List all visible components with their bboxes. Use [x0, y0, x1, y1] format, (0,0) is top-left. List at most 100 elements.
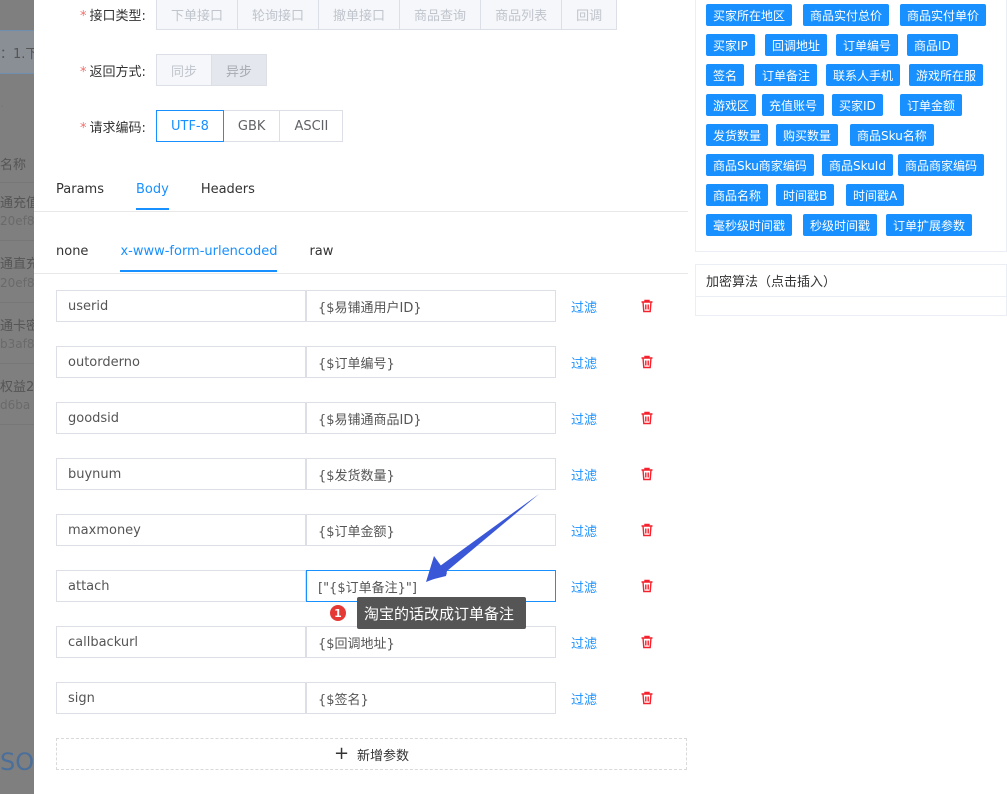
- trash-icon[interactable]: [640, 411, 654, 425]
- variable-tag[interactable]: 商品实付总价: [803, 4, 890, 26]
- param-key-input[interactable]: sign: [56, 682, 306, 714]
- encoding-ascii[interactable]: ASCII: [279, 110, 344, 142]
- param-filter-link[interactable]: 过滤: [571, 346, 597, 378]
- variable-tag[interactable]: 买家ID: [832, 94, 883, 116]
- encryption-divider: [696, 296, 1006, 297]
- param-row: callbackurl {$回调地址} 过滤: [56, 626, 676, 658]
- param-filter-link[interactable]: 过滤: [571, 458, 597, 490]
- variable-tag[interactable]: 商品ID: [907, 34, 958, 56]
- variable-tag[interactable]: 签名: [706, 64, 745, 86]
- param-key-input[interactable]: attach: [56, 570, 306, 602]
- trash-icon[interactable]: [640, 355, 654, 369]
- tab-body-urlencoded[interactable]: x-www-form-urlencoded: [120, 235, 278, 272]
- interface-type-poll[interactable]: 轮询接口: [237, 0, 320, 30]
- variable-tag[interactable]: 订单编号: [836, 34, 899, 56]
- return-mode-row: * 返回方式: 同步 异步: [80, 54, 268, 86]
- param-filter-link[interactable]: 过滤: [571, 290, 597, 322]
- interface-type-callback[interactable]: 回调: [561, 0, 618, 30]
- interface-type-group: 下单接口 轮询接口 撤单接口 商品查询 商品列表 回调: [156, 0, 618, 30]
- variable-tag[interactable]: 时间戳B: [776, 184, 835, 206]
- variable-tag[interactable]: 发货数量: [706, 124, 769, 146]
- interface-type-goods-list[interactable]: 商品列表: [480, 0, 563, 30]
- variable-tag[interactable]: 商品SkuId: [822, 154, 893, 176]
- param-key-input[interactable]: buynum: [56, 458, 306, 490]
- variable-tag[interactable]: 订单金额: [900, 94, 963, 116]
- param-filter-link[interactable]: 过滤: [571, 514, 597, 546]
- return-mode-sync[interactable]: 同步: [156, 54, 213, 86]
- encoding-gbk[interactable]: GBK: [222, 110, 281, 142]
- param-row: userid {$易铺通用户ID} 过滤: [56, 290, 676, 322]
- interface-type-cancel[interactable]: 撤单接口: [318, 0, 401, 30]
- trash-icon[interactable]: [640, 691, 654, 705]
- trash-icon[interactable]: [640, 523, 654, 537]
- param-value-input[interactable]: {$易铺通商品ID}: [306, 402, 556, 434]
- interface-type-goods-query[interactable]: 商品查询: [399, 0, 482, 30]
- param-value-input[interactable]: {$签名}: [306, 682, 556, 714]
- encryption-title: 加密算法（点击插入）: [706, 275, 837, 290]
- background-divider: [0, 302, 34, 303]
- main-tabs-divider: [34, 211, 688, 212]
- param-key-input[interactable]: outorderno: [56, 346, 306, 378]
- param-filter-link[interactable]: 过滤: [571, 626, 597, 658]
- interface-type-row: * 接口类型: 下单接口 轮询接口 撤单接口 商品查询 商品列表 回调: [80, 0, 618, 30]
- param-row: maxmoney {$订单金额} 过滤: [56, 514, 676, 546]
- trash-icon[interactable]: [640, 635, 654, 649]
- encoding-utf8[interactable]: UTF-8: [156, 110, 224, 142]
- variables-panel: 买家所在地区 商品实付总价 商品实付单价 买家IP 回调地址 订单编号 商品ID…: [695, 0, 1007, 252]
- variable-tag[interactable]: 买家IP: [706, 34, 755, 56]
- variable-tag[interactable]: 商品商家编码: [898, 154, 985, 176]
- param-value-input[interactable]: {$易铺通用户ID}: [306, 290, 556, 322]
- background-text: b3af8: [0, 337, 34, 351]
- trash-icon[interactable]: [640, 467, 654, 481]
- variable-tag[interactable]: 订单扩展参数: [886, 214, 973, 236]
- variable-tag[interactable]: 充值账号: [762, 94, 825, 116]
- background-text: 通充值: [0, 196, 34, 211]
- variable-tag[interactable]: 订单备注: [755, 64, 818, 86]
- tab-body-raw[interactable]: raw: [309, 235, 333, 267]
- main-tabs: Params Body Headers: [56, 173, 287, 210]
- param-row: goodsid {$易铺通商品ID} 过滤: [56, 402, 676, 434]
- background-text: 20ef8: [0, 214, 34, 228]
- variable-tag[interactable]: 商品Sku商家编码: [706, 154, 814, 176]
- tab-headers[interactable]: Headers: [201, 173, 255, 205]
- variable-tag[interactable]: 秒级时间戳: [803, 214, 878, 236]
- param-key-input[interactable]: callbackurl: [56, 626, 306, 658]
- return-mode-async[interactable]: 异步: [211, 54, 268, 86]
- param-key-input[interactable]: maxmoney: [56, 514, 306, 546]
- interface-type-order[interactable]: 下单接口: [156, 0, 239, 30]
- param-value-input[interactable]: {$订单编号}: [306, 346, 556, 378]
- add-param-button[interactable]: + 新增参数: [56, 738, 687, 770]
- variable-tag[interactable]: 商品名称: [706, 184, 769, 206]
- encoding-row: * 请求编码: UTF-8 GBK ASCII: [80, 110, 344, 142]
- variable-tag[interactable]: 购买数量: [776, 124, 839, 146]
- variable-tag[interactable]: 联系人手机: [826, 64, 901, 86]
- variable-tag[interactable]: 买家所在地区: [706, 4, 793, 26]
- param-row: sign {$签名} 过滤: [56, 682, 676, 714]
- param-filter-link[interactable]: 过滤: [571, 682, 597, 714]
- tab-body[interactable]: Body: [135, 173, 169, 210]
- trash-icon[interactable]: [640, 579, 654, 593]
- tab-body-none[interactable]: none: [56, 235, 88, 267]
- param-key-input[interactable]: goodsid: [56, 402, 306, 434]
- param-filter-link[interactable]: 过滤: [571, 402, 597, 434]
- encoding-group: UTF-8 GBK ASCII: [156, 110, 344, 142]
- variable-tag[interactable]: 商品Sku名称: [850, 124, 934, 146]
- background-divider: [0, 424, 34, 425]
- variable-tag[interactable]: 商品实付单价: [900, 4, 987, 26]
- variable-tag[interactable]: 游戏所在服: [909, 64, 984, 86]
- param-row: outorderno {$订单编号} 过滤: [56, 346, 676, 378]
- param-value-input[interactable]: {$回调地址}: [306, 626, 556, 658]
- param-filter-link[interactable]: 过滤: [571, 570, 597, 602]
- annotation-tooltip: 淘宝的话改成订单备注: [357, 597, 527, 629]
- param-value-input[interactable]: {$订单金额}: [306, 514, 556, 546]
- param-value-input[interactable]: {$发货数量}: [306, 458, 556, 490]
- variable-tag[interactable]: 毫秒级时间戳: [706, 214, 793, 236]
- variable-tag[interactable]: 回调地址: [765, 34, 828, 56]
- param-key-input[interactable]: userid: [56, 290, 306, 322]
- background-divider: [0, 240, 34, 241]
- trash-icon[interactable]: [640, 299, 654, 313]
- tab-params[interactable]: Params: [56, 173, 104, 205]
- annotation-badge: 1: [329, 604, 347, 622]
- variable-tag[interactable]: 时间戳A: [846, 184, 905, 206]
- variable-tag[interactable]: 游戏区: [706, 94, 757, 116]
